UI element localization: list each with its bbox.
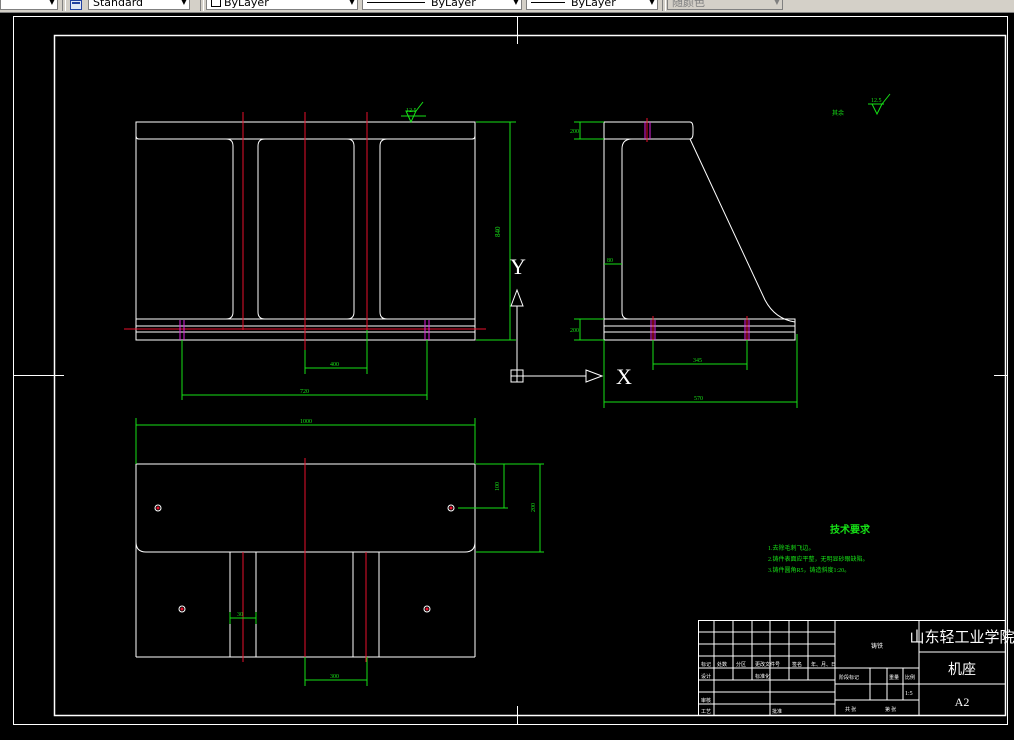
dim-side-web: 80 — [607, 258, 613, 264]
page-number: 第 张 — [885, 706, 896, 713]
designer-label: 设计 — [701, 673, 711, 680]
col-docno: 更改文件号 — [755, 661, 780, 668]
color-swatch-icon — [211, 0, 221, 7]
text-style-select[interactable]: Standard ▼ — [88, 0, 190, 10]
weight-label: 重量 — [889, 674, 899, 681]
roughness-corner-note: 其余 — [832, 109, 844, 117]
tech-title: 技术要求 — [830, 523, 871, 536]
dim-side-total: 570 — [694, 396, 703, 402]
ucs-x-label: X — [616, 364, 632, 389]
tech-item: 1.去除毛刺飞边。 — [768, 544, 815, 552]
color-select[interactable]: ByLayer ▼ — [206, 0, 358, 10]
text-style-icon[interactable] — [70, 0, 82, 10]
ucs-y-label: Y — [510, 254, 526, 279]
drawing-canvas[interactable]: 840 400 720 12.5 200 80 200 345 570 其余 1… — [0, 12, 1014, 740]
ucs-icon: Y X — [510, 254, 632, 389]
dim-top-slot-w: 30 — [237, 612, 243, 618]
chevron-down-icon: ▼ — [348, 0, 355, 6]
total-sheets: 共 张 — [845, 706, 856, 713]
dim-side-bottom: 200 — [570, 328, 579, 334]
lineweight-select[interactable]: ByLayer ▼ — [526, 0, 658, 10]
plotstyle-value: 随颜色 — [672, 0, 705, 9]
part-name: 机座 — [948, 662, 976, 678]
dim-front-span: 720 — [300, 389, 309, 395]
col-sign: 签名 — [792, 661, 802, 668]
check-label: 审核 — [701, 697, 711, 704]
col-zone: 分区 — [736, 661, 746, 668]
side-view[interactable] — [603, 121, 796, 341]
col-marks: 标记 — [701, 661, 711, 668]
col-date: 年、月、日 — [811, 661, 836, 668]
title-block-text: 山东轻工业学院 机座 A2 铸铁 标记 处数 分区 更改文件号 签名 年、月、日… — [701, 628, 1014, 715]
dim-top-slot-span: 300 — [330, 674, 339, 680]
school-name: 山东轻工业学院 — [909, 628, 1014, 646]
roughness-top: 12.5 — [406, 108, 417, 114]
chevron-down-icon: ▼ — [648, 0, 655, 6]
dim-top-total: 1000 — [300, 419, 312, 425]
plotstyle-select[interactable]: 随颜色 ▼ — [667, 0, 783, 10]
dim-front-height: 840 — [494, 226, 502, 237]
chevron-down-icon: ▼ — [180, 0, 187, 6]
lineweight-value: ByLayer — [571, 0, 616, 9]
tech-item: 2.铸件表面应平整，无明显砂眼缺陷。 — [768, 555, 869, 563]
scale-value: 1:5 — [905, 691, 913, 697]
std-label: 标准化 — [755, 673, 770, 680]
color-value: ByLayer — [224, 0, 269, 9]
dim-front-inner: 400 — [330, 362, 339, 368]
side-dimensions: 200 80 200 345 570 其余 12.5 — [570, 93, 891, 408]
toolbar-separator — [200, 0, 204, 11]
roughness-corner: 12.5 — [871, 98, 882, 104]
process-label: 工艺 — [701, 709, 711, 715]
front-dimensions: 840 400 720 12.5 — [181, 101, 516, 400]
material: 铸铁 — [871, 642, 883, 650]
chevron-down-icon: ▼ — [48, 0, 55, 6]
lineweight-preview — [531, 2, 565, 3]
side-centerlines — [646, 118, 748, 343]
chevron-down-icon: ▼ — [512, 0, 519, 6]
ratio-label: 比例 — [905, 674, 915, 681]
toolbar-separator — [662, 0, 666, 11]
dim-side-top: 200 — [570, 129, 579, 135]
text-style-value: Standard — [93, 0, 144, 9]
dim-side-bolt: 345 — [693, 358, 702, 364]
linetype-select[interactable]: ByLayer ▼ — [362, 0, 522, 10]
toolbar-separator — [62, 0, 66, 11]
approve-label: 批准 — [772, 708, 782, 715]
sheet-size: A2 — [955, 695, 970, 709]
linetype-preview — [367, 2, 425, 3]
chevron-down-icon: ▼ — [773, 0, 780, 6]
front-centerlines — [124, 112, 486, 350]
dim-top-hole: 100 — [495, 482, 501, 491]
tech-item: 3.铸件圆角R5，铸造斜度1:20。 — [768, 566, 850, 574]
technical-requirements: 技术要求 1.去除毛刺飞边。 2.铸件表面应平整，无明显砂眼缺陷。 3.铸件圆角… — [768, 523, 871, 574]
top-centerlines — [242, 458, 367, 664]
linetype-value: ByLayer — [431, 0, 476, 9]
col-count: 处数 — [717, 661, 727, 668]
leftmost-dropdown[interactable]: ▼ — [0, 0, 58, 10]
dim-top-depth: 200 — [531, 503, 537, 512]
stage-label: 阶段标记 — [839, 674, 859, 681]
